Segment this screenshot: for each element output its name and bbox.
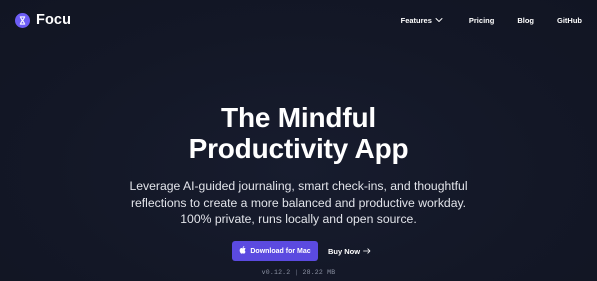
- site-header: Focu Features Pricing Blog GitHub: [0, 0, 597, 42]
- hero-desc-line-3: 100% private, runs locally and open sour…: [180, 212, 417, 226]
- nav-pricing[interactable]: Pricing: [469, 16, 494, 25]
- hero-desc-line-1: Leverage AI-guided journaling, smart che…: [129, 179, 468, 193]
- hero-title-line-2: Productivity App: [188, 133, 409, 164]
- hero-title-line-1: The Mindful: [221, 102, 376, 133]
- buy-now-link[interactable]: Buy Now: [328, 241, 371, 261]
- hero-title: The Mindful Productivity App: [0, 102, 597, 164]
- nav-features-label: Features: [400, 16, 432, 25]
- download-size: 28.22 MB: [302, 269, 336, 276]
- hero-description: Leverage AI-guided journaling, smart che…: [0, 178, 597, 228]
- download-for-mac-button[interactable]: Download for Mac: [232, 241, 318, 261]
- hero-desc-line-2: reflections to create a more balanced an…: [130, 195, 467, 210]
- release-info: v0.12.2 | 28.22 MB: [0, 269, 597, 276]
- brand-name: Focu: [36, 12, 72, 28]
- arrow-right-icon: [363, 247, 371, 256]
- landing-page: Focu Features Pricing Blog GitHub The Mi…: [0, 0, 597, 281]
- cta-row: Download for Mac Buy Now: [0, 241, 597, 261]
- main-nav: Features Pricing Blog GitHub: [401, 16, 582, 25]
- hourglass-icon: [15, 12, 30, 28]
- nav-features[interactable]: Features: [401, 16, 443, 25]
- nav-blog[interactable]: Blog: [517, 16, 534, 25]
- brand-logo-link[interactable]: Focu: [15, 12, 71, 28]
- download-button-label: Download for Mac: [250, 247, 311, 255]
- nav-github[interactable]: GitHub: [557, 16, 582, 25]
- buy-now-label: Buy Now: [328, 246, 361, 256]
- apple-icon: [239, 246, 247, 256]
- chevron-down-icon: [435, 16, 443, 25]
- release-separator: |: [294, 269, 299, 276]
- version-number: v0.12.2: [261, 269, 291, 276]
